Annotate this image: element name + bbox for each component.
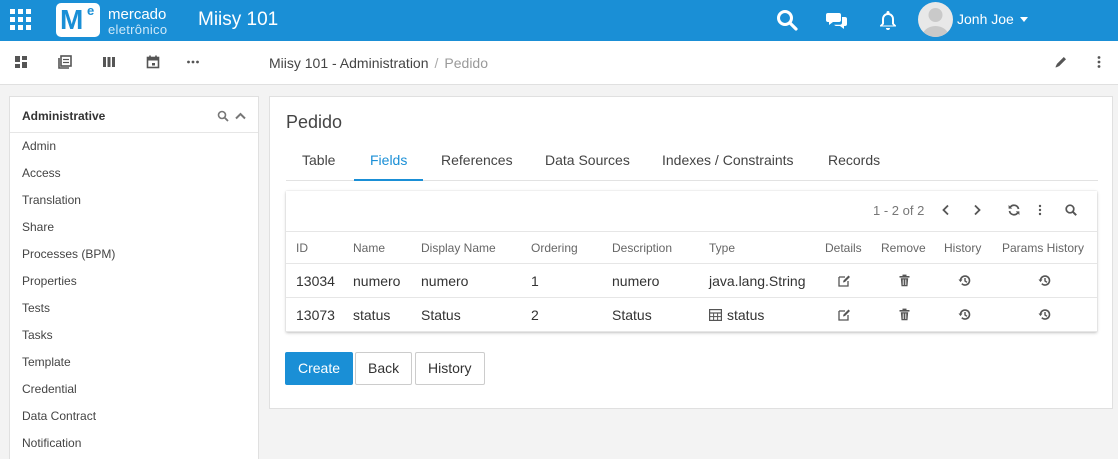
columns-icon[interactable] (102, 55, 116, 69)
tab-records[interactable]: Records (812, 141, 896, 181)
cell-type: java.lang.String (709, 273, 806, 289)
tab-bar: Table Fields References Data Sources Ind… (286, 141, 1098, 181)
back-button[interactable]: Back (355, 352, 413, 385)
secondary-toolbar: Miisy 101 - Administration / Pedido (0, 41, 1118, 85)
column-header-id[interactable]: ID (296, 241, 308, 255)
pager-text: 1 - 2 of 2 (873, 203, 925, 218)
edit-details-icon[interactable] (838, 274, 851, 287)
sidebar-item-properties[interactable]: Properties (10, 268, 258, 295)
caret-down-icon[interactable] (1020, 17, 1028, 22)
column-header-remove: Remove (881, 241, 926, 255)
cell-display-name: Status (421, 307, 461, 323)
table-header: ID Name Display Name Ordering Descriptio… (286, 231, 1097, 264)
app-title: Miisy 101 (198, 9, 279, 30)
user-avatar[interactable] (918, 2, 953, 37)
edit-icon[interactable] (1054, 55, 1068, 69)
sidebar-header: Administrative (10, 97, 258, 133)
cell-name: numero (353, 273, 401, 289)
breadcrumb-parent[interactable]: Miisy 101 - Administration (269, 55, 429, 71)
user-name[interactable]: Jonh Joe (957, 11, 1014, 27)
more-horizontal-icon[interactable] (186, 55, 200, 69)
cell-ordering: 1 (531, 273, 539, 289)
top-bar: M e mercado eletrônico Miisy 101 Jonh Jo… (0, 0, 1118, 41)
sidebar-title: Administrative (22, 109, 106, 123)
chat-icon[interactable] (825, 8, 849, 32)
sidebar-item-template[interactable]: Template (10, 349, 258, 376)
trash-icon[interactable] (898, 308, 911, 321)
column-header-display-name[interactable]: Display Name (421, 241, 496, 255)
cell-description: numero (612, 273, 660, 289)
sidebar-item-share[interactable]: Share (10, 214, 258, 241)
more-vertical-icon[interactable] (1092, 55, 1106, 69)
sidebar-item-notification[interactable]: Notification (10, 430, 258, 457)
more-vertical-icon[interactable] (1033, 203, 1047, 217)
refresh-icon[interactable] (1007, 203, 1021, 217)
search-icon[interactable] (1064, 203, 1078, 217)
chevron-right-icon[interactable] (970, 203, 984, 217)
cell-display-name: numero (421, 273, 469, 289)
table-row[interactable]: 13073 status Status 2 Status status (286, 298, 1097, 332)
chevron-left-icon[interactable] (939, 203, 953, 217)
logo-mark: M e (56, 3, 100, 37)
sidebar-item-translation[interactable]: Translation (10, 187, 258, 214)
breadcrumb-current: Pedido (444, 55, 488, 71)
apps-grid-icon[interactable] (10, 9, 32, 31)
logo-text-primary: mercado (108, 6, 167, 23)
cell-type[interactable]: status (727, 307, 764, 323)
column-header-history: History (944, 241, 982, 255)
dashboard-icon[interactable] (14, 55, 28, 69)
fields-table-card: 1 - 2 of 2 ID Name Display Name Ordering… (286, 191, 1097, 332)
mercado-eletronico-logo[interactable]: M e mercado eletrônico (56, 3, 180, 37)
history-icon[interactable] (958, 274, 971, 287)
column-header-ordering[interactable]: Ordering (531, 241, 578, 255)
search-icon[interactable] (775, 8, 799, 32)
cell-name: status (353, 307, 391, 323)
edit-details-icon[interactable] (838, 308, 851, 321)
breadcrumb-separator: / (434, 55, 439, 71)
sidebar-item-processes[interactable]: Processes (BPM) (10, 241, 258, 268)
column-header-details: Details (825, 241, 862, 255)
sidebar-item-data-contract[interactable]: Data Contract (10, 403, 258, 430)
calendar-icon[interactable] (146, 55, 160, 69)
chevron-up-icon[interactable] (235, 111, 246, 121)
tab-data-sources[interactable]: Data Sources (529, 141, 646, 181)
tab-fields[interactable]: Fields (354, 141, 424, 181)
create-button[interactable]: Create (285, 352, 354, 385)
table-icon (709, 309, 722, 321)
cell-description: Status (612, 307, 652, 323)
sidebar-item-credential[interactable]: Credential (10, 376, 258, 403)
sidebar-item-tests[interactable]: Tests (10, 295, 258, 322)
cell-ordering: 2 (531, 307, 539, 323)
column-header-name[interactable]: Name (353, 241, 385, 255)
cell-id: 13073 (296, 307, 335, 323)
trash-icon[interactable] (898, 274, 911, 287)
pages-icon[interactable] (58, 55, 72, 69)
tab-table[interactable]: Table (286, 141, 351, 181)
logo-text-secondary: eletrônico (108, 22, 168, 37)
bell-icon[interactable] (876, 8, 900, 32)
sidebar-item-access[interactable]: Access (10, 160, 258, 187)
column-header-description[interactable]: Description (612, 241, 672, 255)
tab-references[interactable]: References (425, 141, 529, 181)
breadcrumb: Miisy 101 - Administration / Pedido (269, 55, 488, 71)
main-panel: Pedido Table Fields References Data Sour… (269, 96, 1113, 409)
sidebar-item-admin[interactable]: Admin (10, 133, 258, 160)
column-header-type[interactable]: Type (709, 241, 735, 255)
column-header-params-history: Params History (1002, 241, 1085, 255)
params-history-icon[interactable] (1038, 308, 1051, 321)
history-button[interactable]: History (415, 352, 485, 385)
page-title: Pedido (286, 112, 343, 132)
params-history-icon[interactable] (1038, 274, 1051, 287)
sidebar: Administrative Admin Access Translation … (9, 96, 259, 459)
table-row[interactable]: 13034 numero numero 1 numero java.lang.S… (286, 264, 1097, 298)
history-icon[interactable] (958, 308, 971, 321)
cell-id: 13034 (296, 273, 335, 289)
tab-indexes-constraints[interactable]: Indexes / Constraints (646, 141, 810, 181)
sidebar-item-tasks[interactable]: Tasks (10, 322, 258, 349)
search-icon[interactable] (217, 110, 229, 122)
